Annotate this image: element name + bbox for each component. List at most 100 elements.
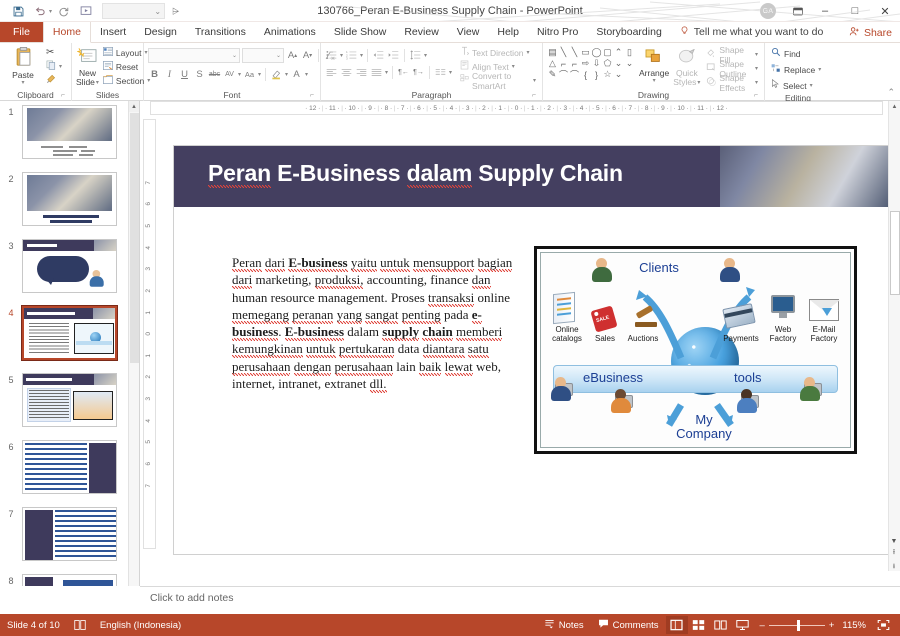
shape-rectangle-icon[interactable]: ▭ bbox=[580, 47, 591, 58]
bullets-button[interactable] bbox=[325, 48, 338, 62]
italic-button[interactable]: I bbox=[163, 68, 176, 82]
decrease-indent-button[interactable] bbox=[372, 48, 385, 62]
text-highlight-color-button[interactable] bbox=[270, 68, 283, 82]
thumbnail-panel-scrollbar[interactable]: ▲ bbox=[128, 101, 139, 586]
justify-button[interactable] bbox=[370, 65, 383, 79]
text-shadow-button[interactable]: S bbox=[193, 68, 206, 82]
slide-counter[interactable]: Slide 4 of 10 bbox=[0, 614, 67, 636]
slide-thumbnails-panel[interactable]: 1 2 3 4 5 6 7 8 ▲ bbox=[0, 101, 140, 586]
thumbnail-slide-1[interactable] bbox=[22, 105, 117, 159]
horizontal-ruler[interactable]: · 12 · | · 11 · | · 10 · | · 9 · | · 8 · | · 7 · | ·… bbox=[150, 101, 883, 115]
avatar[interactable]: GA bbox=[760, 3, 776, 19]
zoom-out-button[interactable]: – bbox=[760, 620, 765, 631]
font-size-dropdown-icon[interactable]: ⌄ bbox=[276, 52, 281, 59]
thumbnail-slide-8[interactable] bbox=[22, 574, 117, 586]
quick-styles-button[interactable]: Quick Styles ▾ bbox=[673, 47, 700, 88]
font-name-dropdown-icon[interactable]: ⌄ bbox=[232, 52, 237, 59]
slide-sorter-view-button[interactable] bbox=[688, 616, 710, 634]
character-spacing-button[interactable]: AV bbox=[223, 68, 236, 82]
shape-arrow-icon[interactable]: ╲ bbox=[569, 47, 580, 58]
shape-arrow-down-icon[interactable]: ⇩ bbox=[591, 58, 602, 69]
thumbnail-slide-4[interactable] bbox=[21, 305, 118, 361]
fit-slide-to-window-button[interactable] bbox=[872, 616, 894, 634]
quick-styles-dropdown-icon[interactable]: ▾ bbox=[697, 80, 700, 87]
thumbnail-slide-2[interactable] bbox=[22, 172, 117, 226]
scroll-up-icon[interactable]: ▲ bbox=[129, 101, 139, 112]
shape-star-icon[interactable]: ☆ bbox=[602, 69, 613, 80]
select-dropdown-icon[interactable]: ▾ bbox=[810, 82, 813, 89]
strikethrough-button[interactable]: abc bbox=[208, 68, 221, 82]
thumbnail-item[interactable]: 7 bbox=[0, 503, 139, 570]
shape-brace-right-icon[interactable]: } bbox=[591, 69, 602, 80]
tab-help[interactable]: Help bbox=[488, 22, 528, 42]
thumbnail-item[interactable]: 5 bbox=[0, 369, 139, 436]
shape-effects-dropdown-icon[interactable]: ▾ bbox=[755, 79, 758, 86]
scroll-up-icon[interactable]: ▲ bbox=[889, 101, 900, 113]
format-painter-button[interactable] bbox=[44, 74, 64, 87]
replace-button[interactable]: Replace ▾ bbox=[769, 63, 823, 76]
scroll-down-icon[interactable]: ▼ bbox=[891, 538, 898, 545]
font-color-dropdown-icon[interactable]: ▾ bbox=[305, 71, 308, 78]
ribbon-display-options-icon[interactable] bbox=[786, 0, 810, 21]
thumbnail-slide-6[interactable] bbox=[22, 440, 117, 494]
numbering-dropdown-icon[interactable]: ▾ bbox=[360, 52, 363, 59]
increase-indent-button[interactable] bbox=[387, 48, 400, 62]
slide-title-placeholder[interactable]: Peran E-Business dalam Supply Chain bbox=[174, 146, 888, 207]
thumbnail-item[interactable]: 6 bbox=[0, 436, 139, 503]
accessibility-checker-icon[interactable] bbox=[67, 614, 93, 636]
collapse-ribbon-icon[interactable]: ⌃ bbox=[887, 87, 895, 98]
qat-customize-combo[interactable]: ⌄ bbox=[102, 3, 166, 19]
text-direction-button[interactable]: Text Direction ▾ bbox=[458, 46, 538, 59]
shape-fill-dropdown-icon[interactable]: ▾ bbox=[755, 51, 758, 58]
slide-body-text[interactable]: Peran dari E-business yaitu untuk mensup… bbox=[232, 254, 522, 394]
shape-rounded-rect-icon[interactable]: ▢ bbox=[602, 47, 613, 58]
font-color-button[interactable]: A bbox=[290, 68, 303, 82]
notes-pane[interactable]: Click to add notes bbox=[140, 586, 900, 614]
undo-icon[interactable] bbox=[30, 2, 50, 21]
notes-button[interactable]: Notes bbox=[537, 614, 591, 636]
font-size-input[interactable]: ⌄ bbox=[242, 48, 284, 63]
scrollbar-thumb[interactable] bbox=[890, 211, 900, 295]
copy-dropdown-icon[interactable]: ▾ bbox=[59, 63, 62, 70]
shape-arc-icon[interactable]: ⌒ bbox=[569, 69, 580, 80]
shape-pentagon-icon[interactable]: ⬠ bbox=[602, 58, 613, 69]
numbering-button[interactable]: 123 bbox=[345, 48, 358, 62]
change-case-button[interactable]: Aa bbox=[243, 68, 256, 82]
zoom-track[interactable] bbox=[768, 619, 825, 631]
character-spacing-dropdown-icon[interactable]: ▾ bbox=[238, 71, 241, 78]
save-icon[interactable] bbox=[8, 2, 28, 21]
zoom-handle[interactable] bbox=[796, 619, 800, 631]
tab-slide-show[interactable]: Slide Show bbox=[325, 22, 396, 42]
tab-nitro-pro[interactable]: Nitro Pro bbox=[528, 22, 587, 42]
arrange-dropdown-icon[interactable]: ▾ bbox=[653, 78, 656, 85]
cut-button[interactable]: ✂ bbox=[44, 46, 64, 59]
thumbnail-item[interactable]: 3 bbox=[0, 235, 139, 302]
shape-gallery-down-icon[interactable]: ⌄ bbox=[613, 58, 624, 69]
align-center-button[interactable] bbox=[340, 65, 353, 79]
shape-effects-button[interactable]: Shape Effects ▾ bbox=[704, 73, 760, 93]
tell-me-box[interactable]: Tell me what you want to do bbox=[671, 22, 833, 42]
tab-view[interactable]: View bbox=[448, 22, 489, 42]
shape-line-icon[interactable]: ╲ bbox=[558, 47, 569, 58]
font-name-input[interactable]: ⌄ bbox=[148, 48, 240, 63]
tab-transitions[interactable]: Transitions bbox=[186, 22, 255, 42]
slide-show-view-button[interactable] bbox=[732, 616, 754, 634]
smartart-dropdown-icon[interactable]: ▾ bbox=[533, 77, 536, 84]
shape-arrow-right-icon[interactable]: ⇨ bbox=[580, 58, 591, 69]
previous-slide-icon[interactable]: ⭱ bbox=[893, 548, 895, 559]
scrollbar-thumb[interactable] bbox=[130, 113, 139, 363]
comments-button[interactable]: Comments bbox=[591, 614, 666, 636]
tab-home[interactable]: Home bbox=[42, 22, 91, 43]
find-button[interactable]: Find bbox=[769, 47, 823, 60]
align-right-button[interactable] bbox=[355, 65, 368, 79]
tab-storyboarding[interactable]: Storyboarding bbox=[587, 22, 670, 42]
thumbnail-item[interactable]: 8 bbox=[0, 570, 139, 586]
columns-dropdown-icon[interactable]: ▾ bbox=[449, 69, 452, 76]
highlight-dropdown-icon[interactable]: ▾ bbox=[285, 71, 288, 78]
shape-chevron-icon[interactable]: ⌃ bbox=[613, 47, 624, 58]
zoom-in-button[interactable]: + bbox=[829, 620, 835, 631]
shape-brace-left-icon[interactable]: { bbox=[580, 69, 591, 80]
redo-icon[interactable] bbox=[54, 2, 74, 21]
qat-more-icon[interactable]: ⩥ bbox=[172, 6, 179, 17]
shape-freeform-icon[interactable]: ✎ bbox=[547, 69, 558, 80]
